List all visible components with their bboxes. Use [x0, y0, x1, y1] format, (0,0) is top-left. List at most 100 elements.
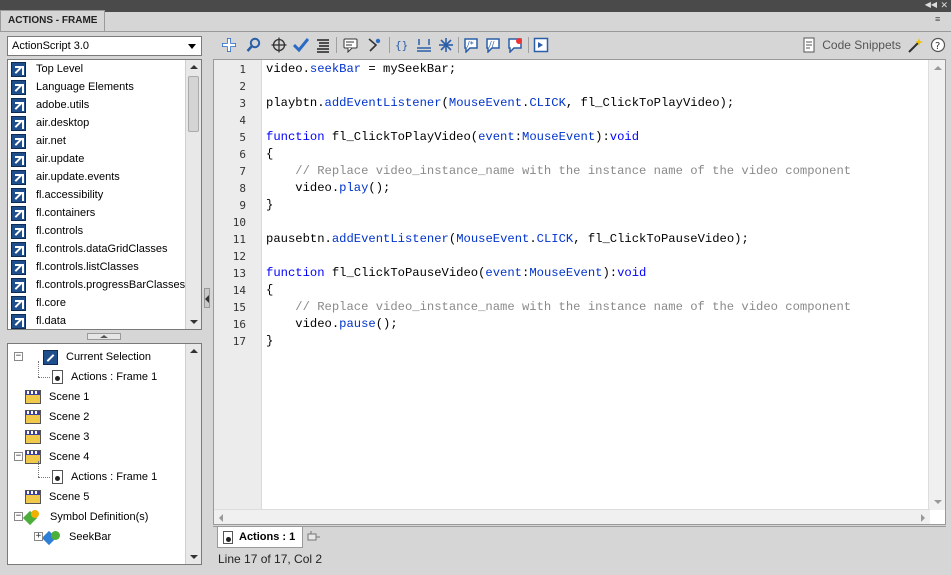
panel-tab-title[interactable]: ACTIONS - FRAME — [0, 10, 105, 31]
navigator-item[interactable]: Scene 1 — [25, 387, 89, 407]
toolbox-item[interactable]: fl.controls.progressBarClasses — [8, 276, 201, 294]
svg-text:?: ? — [935, 41, 940, 52]
toolbox-item[interactable]: air.update — [8, 150, 201, 168]
pin-script-icon[interactable] — [307, 531, 321, 543]
collapse-left-pane-button[interactable] — [204, 288, 210, 308]
scroll-up-icon[interactable] — [190, 349, 198, 353]
toolbox-item[interactable]: fl.data — [8, 312, 201, 329]
collapse-between-braces-icon[interactable]: {} — [393, 36, 411, 54]
code-line[interactable]: { — [266, 282, 273, 299]
toolbox-item[interactable]: Language Elements — [8, 78, 201, 96]
code-line[interactable]: // Replace video_instance_name with the … — [266, 163, 851, 180]
find-icon[interactable] — [245, 36, 263, 54]
expand-all-icon[interactable] — [437, 36, 455, 54]
toolbox-item-label: fl.controls.progressBarClasses — [36, 279, 186, 291]
toolbox-item[interactable]: fl.controls.listClasses — [8, 258, 201, 276]
navigator-item[interactable]: Actions : Frame 1 — [52, 367, 157, 387]
code-token: CLICK — [529, 96, 566, 110]
toolbox-item[interactable]: fl.containers — [8, 204, 201, 222]
navigator-item[interactable]: Current Selection — [43, 347, 151, 367]
toolbox-scrollbar[interactable] — [185, 60, 201, 329]
close-panel-icon[interactable]: ✕ — [940, 0, 948, 10]
scroll-up-icon[interactable] — [190, 65, 198, 69]
code-line[interactable]: video.play(); — [266, 180, 390, 197]
code-token: video. — [266, 181, 340, 195]
code-token: , fl_ClickToPlayVideo); — [565, 96, 735, 110]
collapse-selection-icon[interactable] — [415, 36, 433, 54]
scroll-down-icon[interactable] — [190, 555, 198, 559]
insert-target-path-icon[interactable] — [270, 36, 288, 54]
add-statement-icon[interactable] — [220, 36, 238, 54]
scroll-down-icon[interactable] — [934, 500, 942, 504]
toolbox-item[interactable]: air.net — [8, 132, 201, 150]
toolbox-item[interactable]: adobe.utils — [8, 96, 201, 114]
toolbox-item-label: air.update — [36, 153, 85, 165]
navigator-item-label: Actions : Frame 1 — [71, 471, 158, 483]
split-drag-handle[interactable] — [87, 333, 121, 340]
scroll-thumb[interactable] — [188, 76, 199, 132]
code-line[interactable]: video.pause(); — [266, 316, 397, 333]
tab-actions-1[interactable]: Actions : 1 — [217, 527, 303, 548]
scroll-up-icon[interactable] — [934, 66, 942, 70]
code-line[interactable]: // Replace video_instance_name with the … — [266, 299, 851, 316]
apply-block-comment-icon[interactable]: /* — [462, 36, 480, 54]
package-icon — [11, 295, 26, 311]
panel-menu-icon[interactable]: ≡ — [935, 14, 947, 26]
code-snippets-button[interactable]: Code Snippets — [801, 37, 901, 53]
scroll-right-icon[interactable] — [921, 514, 925, 522]
code-line[interactable]: video.seekBar = mySeekBar; — [266, 61, 456, 78]
navigator-item[interactable]: SeekBar — [44, 527, 111, 547]
check-syntax-icon[interactable] — [292, 36, 310, 54]
line-number: 13 — [232, 267, 246, 280]
tree-connector — [38, 461, 39, 477]
line-number: 7 — [239, 165, 246, 178]
navigator-item[interactable]: Actions : Frame 1 — [52, 467, 157, 487]
show-code-hint-icon[interactable] — [342, 36, 360, 54]
code-line[interactable]: function fl_ClickToPauseVideo(event:Mous… — [266, 265, 646, 282]
code-token: ): — [595, 130, 610, 144]
editor-horizontal-scrollbar[interactable] — [214, 509, 930, 524]
collapse-panel-icon[interactable]: ◀◀ — [925, 0, 937, 10]
scroll-left-icon[interactable] — [219, 514, 223, 522]
collapse-icon[interactable]: − — [14, 452, 23, 461]
scroll-down-icon[interactable] — [190, 320, 198, 324]
auto-format-icon[interactable] — [314, 36, 332, 54]
svg-text://: // — [489, 40, 495, 49]
code-line[interactable]: function fl_ClickToPlayVideo(event:Mouse… — [266, 129, 639, 146]
navigator-item[interactable]: Symbol Definition(s) — [25, 507, 148, 527]
code-token: MouseEvent — [456, 232, 530, 246]
navigator-item[interactable]: Scene 4 — [25, 447, 89, 467]
navigator-item[interactable]: Scene 3 — [25, 427, 89, 447]
toolbox-item[interactable]: fl.core — [8, 294, 201, 312]
navigator-item[interactable]: Scene 2 — [25, 407, 89, 427]
show-hide-toolbox-icon[interactable] — [532, 36, 550, 54]
toolbox-item[interactable]: fl.accessibility — [8, 186, 201, 204]
debug-options-icon[interactable] — [365, 36, 383, 54]
wizard-icon[interactable] — [906, 36, 924, 54]
code-token: MouseEvent — [522, 130, 596, 144]
code-line[interactable]: } — [266, 197, 273, 214]
help-icon[interactable]: ? — [929, 36, 947, 54]
code-line[interactable]: } — [266, 333, 273, 350]
toolbox-item[interactable]: air.update.events — [8, 168, 201, 186]
toolbox-item[interactable]: fl.controls — [8, 222, 201, 240]
navigator-item[interactable]: Scene 5 — [25, 487, 89, 507]
toolbox-item[interactable]: fl.controls.dataGridClasses — [8, 240, 201, 258]
navigator-scrollbar[interactable] — [185, 344, 201, 564]
toolbox-item[interactable]: Top Level — [8, 60, 201, 78]
actionscript-version-select[interactable]: ActionScript 3.0 — [7, 36, 202, 56]
expand-icon[interactable]: + — [34, 532, 43, 541]
code-token: pausebtn. — [266, 232, 332, 246]
collapse-icon[interactable]: − — [14, 352, 23, 361]
code-line[interactable]: playbtn.addEventListener(MouseEvent.CLIC… — [266, 95, 734, 112]
code-line[interactable]: pausebtn.addEventListener(MouseEvent.CLI… — [266, 231, 749, 248]
script-editor[interactable]: 1 2 3 4 5 6 7 8 9 10 11 12 13 14 15 16 17 video.seekBar … — [213, 59, 946, 525]
collapse-icon[interactable]: − — [14, 512, 23, 521]
code-line[interactable]: { — [266, 146, 273, 163]
tab-label: Actions : 1 — [239, 531, 296, 543]
toolbox-item[interactable]: air.desktop — [8, 114, 201, 132]
editor-vertical-scrollbar[interactable] — [928, 60, 945, 510]
remove-comment-icon[interactable] — [506, 36, 524, 54]
apply-line-comment-icon[interactable]: // — [484, 36, 502, 54]
